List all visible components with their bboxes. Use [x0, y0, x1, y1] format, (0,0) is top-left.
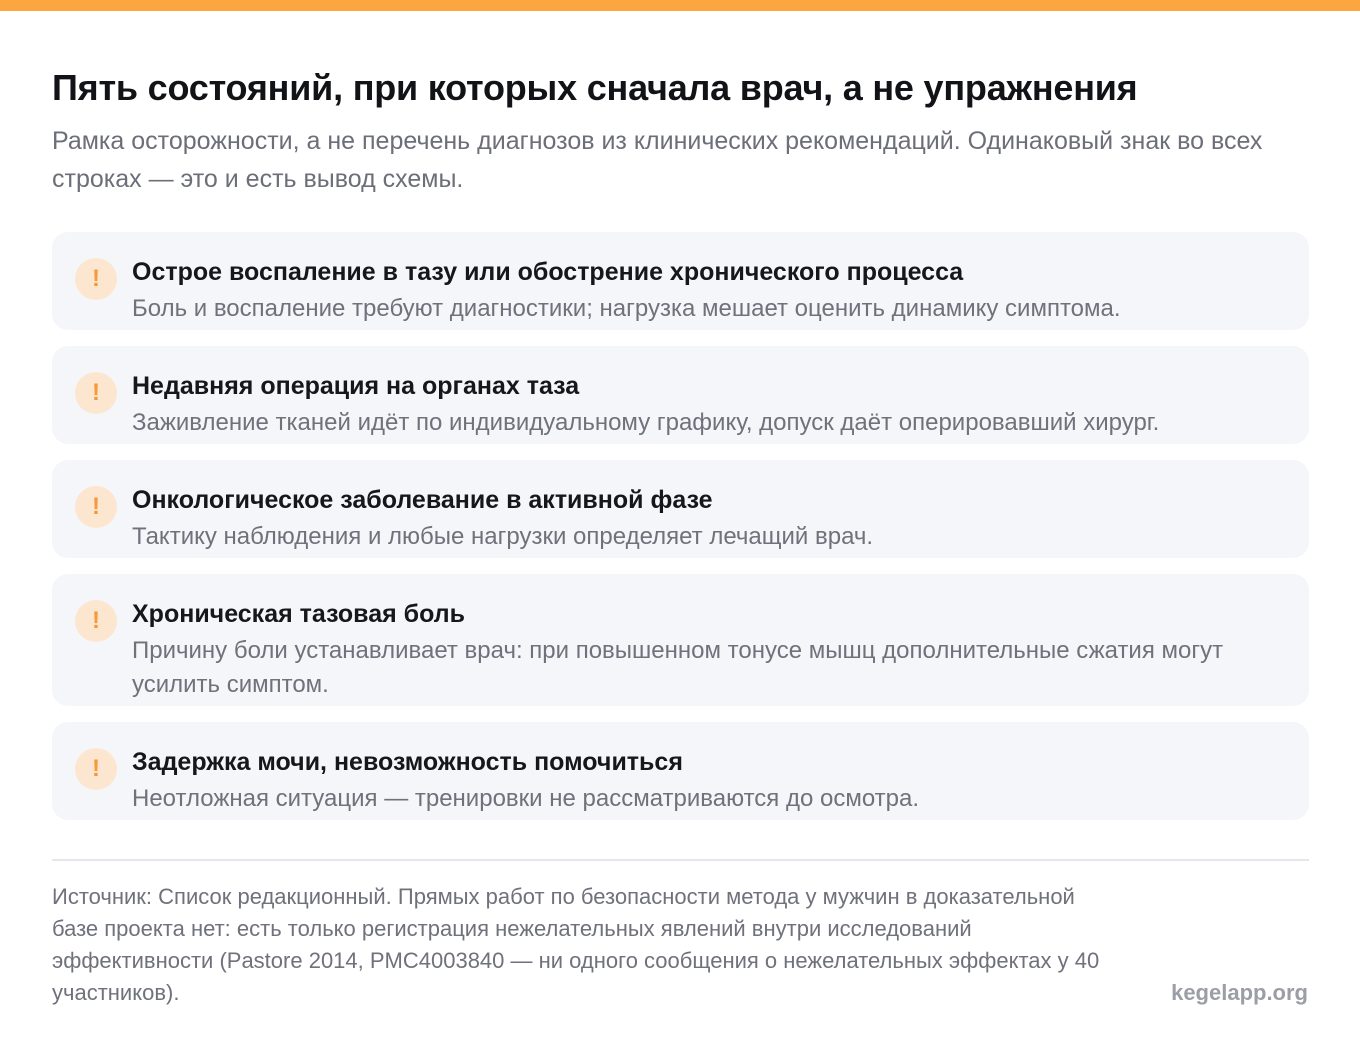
condition-title: Острое воспаление в тазу или обострение … [132, 258, 964, 286]
footer-divider [52, 859, 1309, 861]
page-subtitle: Рамка осторожности, а не перечень диагно… [52, 127, 1263, 193]
exclamation-icon: ! [75, 258, 117, 300]
page-title: Пять состояний, при которых сначала врач… [52, 67, 1138, 108]
condition-description: Неотложная ситуация — тренировки не расс… [132, 785, 919, 812]
condition-description: Тактику наблюдения и любые нагрузки опре… [132, 523, 874, 550]
exclamation-icon: ! [75, 372, 117, 414]
condition-title: Онкологическое заболевание в активной фа… [132, 486, 713, 514]
condition-card-oncology: ! Онкологическое заболевание в активной … [52, 460, 1309, 558]
condition-card-chronic-pelvic-pain: ! Хроническая тазовая боль Причину боли … [52, 574, 1309, 706]
exclamation-icon: ! [75, 486, 117, 528]
exclamation-icon: ! [75, 600, 117, 642]
condition-title: Недавняя операция на органах таза [132, 372, 580, 400]
conditions-list: ! Острое воспаление в тазу или обострени… [52, 232, 1309, 836]
condition-description: Причину боли устанавливает врач: при пов… [132, 637, 1224, 698]
exclamation-icon: ! [75, 748, 117, 790]
condition-title: Задержка мочи, невозможность помочиться [132, 748, 683, 776]
condition-card-acute-inflammation: ! Острое воспаление в тазу или обострени… [52, 232, 1309, 330]
top-accent-bar [0, 0, 1360, 11]
condition-description: Заживление тканей идёт по индивидуальном… [132, 409, 1160, 436]
condition-description: Боль и воспаление требуют диагностики; н… [132, 295, 1121, 322]
brand-link[interactable]: kegelapp.org [1171, 977, 1308, 1009]
condition-card-recent-surgery: ! Недавняя операция на органах таза Зажи… [52, 346, 1309, 444]
source-note: Источник: Список редакционный. Прямых ра… [52, 884, 1100, 1005]
condition-title: Хроническая тазовая боль [132, 600, 465, 628]
condition-card-urinary-retention: ! Задержка мочи, невозможность помочитьс… [52, 722, 1309, 820]
